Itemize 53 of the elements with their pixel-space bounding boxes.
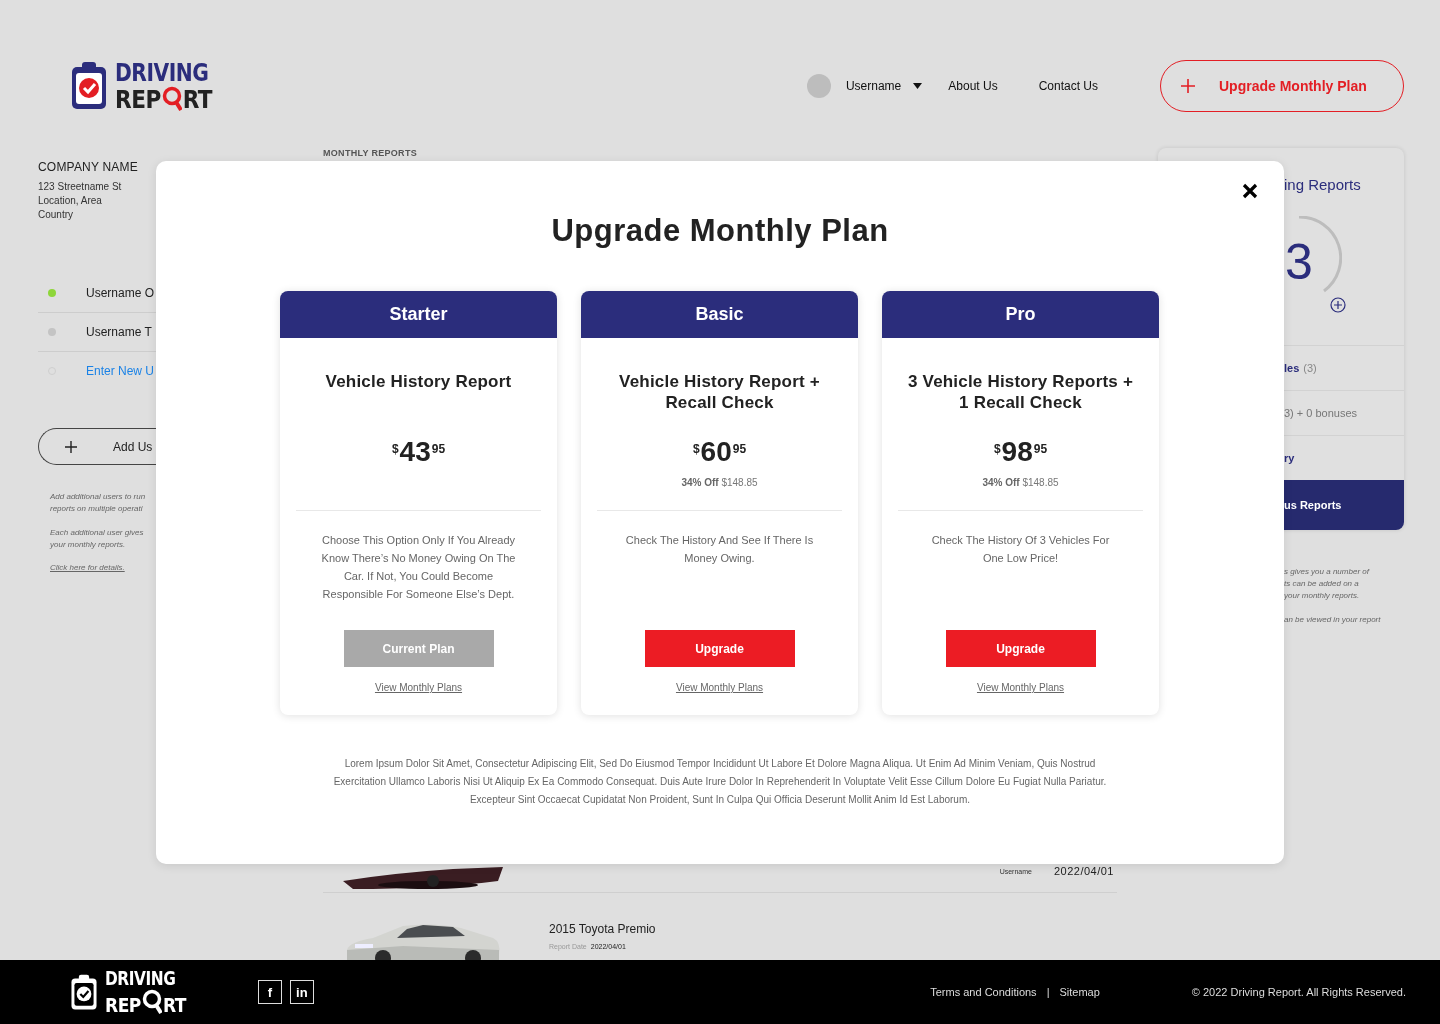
plan-description: Check The History Of 3 Vehicles For One Low Price! (930, 533, 1111, 566)
plan-header: Basic (581, 291, 858, 338)
report-date: 2022/04/01 (1053, 865, 1114, 877)
plan-description: Choose This Option Only If You Already Know There’s No Money Owing On The Car. If Not, You Could Become Responsible For Someone Else’s Dept. (320, 533, 517, 602)
card-title: ing Reports (1284, 176, 1361, 193)
view-plans-link[interactable]: View Monthly Plans (976, 682, 1065, 693)
section-title: MONTHLY REPORTS (323, 148, 418, 158)
upgrade-button[interactable]: Upgrade (644, 630, 795, 667)
upgrade-button[interactable]: Upgrade (945, 630, 1096, 667)
discount-text: 34% Off $148.85 (681, 477, 758, 488)
social-link[interactable]: f (257, 980, 282, 1004)
footer-link[interactable]: Terms and Conditions (930, 986, 1037, 998)
nav-link[interactable]: Contact Us (1038, 79, 1098, 93)
plan-header: Pro (882, 291, 1159, 338)
plan-description: Check The History And See If There Is Money Owing. (624, 533, 815, 566)
social-link[interactable]: in (289, 980, 314, 1004)
disclaimer-text: Lorem Ipsum Dolor Sit Amet, Consectetur Adipiscing Elit, Sed Do Eiusmod Tempor Incididunt Ut Labore Et Dolore Magna Aliqua. Ut Enim Ad Minim Veniam, Quis Nostrud Exercitation Ullamco Laboris Nisi Ut Aliquip Ex Ea Commodo Consequat. Duis Aute Irure Dolor In Reprehenderit In Voluptate Velit Esse Cillum Dolore Eu Fugiat Nulla Pariatur. Excepteur Sint Occaecat Cupidatat Non Proident, Sunt In Culpa Qui Officia Deserunt Mollit Anim Id Est Laborum. (332, 757, 1108, 807)
details-link[interactable]: Click here for details. (50, 563, 125, 572)
note-text: Each additional user gives your monthly reports. (50, 527, 145, 551)
logo-text: RT (162, 996, 186, 1015)
copyright-text: © 2022 Driving Report. All Rights Reserved. (1191, 986, 1406, 998)
view-plans-link[interactable]: View Monthly Plans (675, 682, 764, 693)
modal-title: Upgrade Monthly Plan (551, 213, 889, 249)
vehicle-count: (3) (1303, 362, 1317, 374)
history-link[interactable]: ry (1284, 452, 1295, 464)
report-count: 3 (1285, 237, 1313, 287)
note-text: Add additional users to run reports on multiple operati (50, 491, 147, 515)
note-text: an be viewed in your report (1283, 614, 1382, 626)
logo-text: DRIVING (115, 60, 209, 85)
user-name[interactable]: Username T (86, 325, 152, 339)
user-name[interactable]: Username O (86, 286, 155, 300)
nav-link[interactable]: About Us (948, 79, 998, 93)
view-plans-link[interactable]: View Monthly Plans (374, 682, 463, 693)
vehicles-label: les (1284, 362, 1300, 374)
reports-remaining-text: 3) + 0 bonuses (1284, 407, 1358, 419)
logo-text: REP (115, 88, 161, 112)
logo-text: DRIVING (105, 969, 177, 988)
plan-title: Vehicle History Report (324, 371, 513, 393)
separator-text: | (1046, 986, 1050, 998)
note-text: s gives you a number of ts can be added on a your monthly reports. (1283, 566, 1371, 602)
company-name: COMPANY NAME (38, 160, 139, 174)
vehicle-title: 2015 Toyota Premio (549, 922, 656, 936)
footer-link[interactable]: Sitemap (1059, 986, 1100, 998)
plan-title: 3 Vehicle History Reports + 1 Recall Check (906, 371, 1135, 414)
plan-title: Vehicle History Report + Recall Check (618, 371, 821, 414)
address-line: Location, Area (38, 194, 103, 208)
address-line: Country (38, 208, 74, 222)
discount-text: 34% Off $148.85 (982, 477, 1059, 488)
username-menu[interactable]: Username (845, 79, 902, 93)
address-line: 123 Streetname St (38, 180, 123, 194)
logo-text: REP (105, 996, 141, 1015)
logo-text: RT (182, 88, 212, 112)
plan-header: Starter (280, 291, 557, 338)
